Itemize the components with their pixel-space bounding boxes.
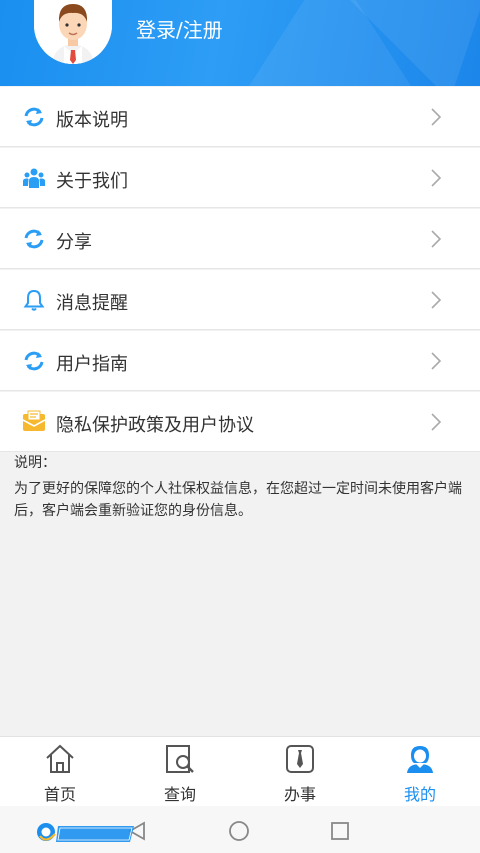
tab-label: 办事 [283,785,316,804]
bell-icon [23,289,45,311]
note-title: 说明： [14,455,56,471]
home-icon [46,744,74,773]
menu-item-label: 关于我们 [56,171,128,192]
tab-mine[interactable]: 我的 [360,737,480,807]
chevron-right-icon [431,108,442,126]
note-body: 为了更好的保障您的个人社保权益信息，在您超过一定时间未使用客户端后，客户端会重新… [14,481,462,519]
profile-header: 登录/注册 [0,0,480,86]
menu-item-label: 消息提醒 [56,293,128,314]
search-doc-icon [166,745,194,773]
menu-item-label: 隐私保护政策及用户协议 [56,415,254,436]
tab-services[interactable]: 办事 [240,737,360,807]
tab-label: 首页 [43,785,76,804]
bottom-tab-bar: 首页 查询 办事 我的 [0,736,480,806]
menu-item-label: 版本说明 [56,110,128,131]
menu-item-label: 分享 [56,232,92,253]
recents-icon[interactable] [330,821,350,841]
refresh-icon [24,229,44,249]
menu-item-notifications[interactable]: 消息提醒 [0,270,480,330]
home-circle-icon[interactable] [228,820,250,842]
login-register-link[interactable]: 登录/注册 [136,14,223,43]
settings-menu: 版本说明 关于我们 分享 消息提醒 用户指南 隐私保护政策及用户协议 [0,87,480,453]
menu-item-user-guide[interactable]: 用户指南 [0,331,480,391]
mail-icon [22,410,46,431]
watermark-logo [37,823,134,842]
menu-item-privacy-policy[interactable]: 隐私保护政策及用户协议 [0,392,480,452]
user-icon [407,746,433,773]
tab-label: 我的 [403,785,436,804]
avatar[interactable] [34,0,112,64]
tab-label: 查询 [163,785,196,804]
info-note: 说明： 为了更好的保障您的个人社保权益信息，在您超过一定时间未使用客户端后，客户… [14,452,466,522]
menu-item-share[interactable]: 分享 [0,209,480,269]
chevron-right-icon [431,169,442,187]
tab-home[interactable]: 首页 [0,737,120,807]
tab-query[interactable]: 查询 [120,737,240,807]
menu-item-version[interactable]: 版本说明 [0,87,480,147]
chevron-right-icon [431,291,442,309]
chevron-right-icon [431,413,442,431]
chevron-right-icon [431,352,442,370]
tie-icon [286,745,314,773]
refresh-icon [24,107,44,127]
people-icon [23,168,45,188]
menu-item-label: 用户指南 [56,354,128,375]
header-decoration [330,0,480,86]
chevron-right-icon [431,230,442,248]
refresh-icon [24,351,44,371]
menu-item-about[interactable]: 关于我们 [0,148,480,208]
